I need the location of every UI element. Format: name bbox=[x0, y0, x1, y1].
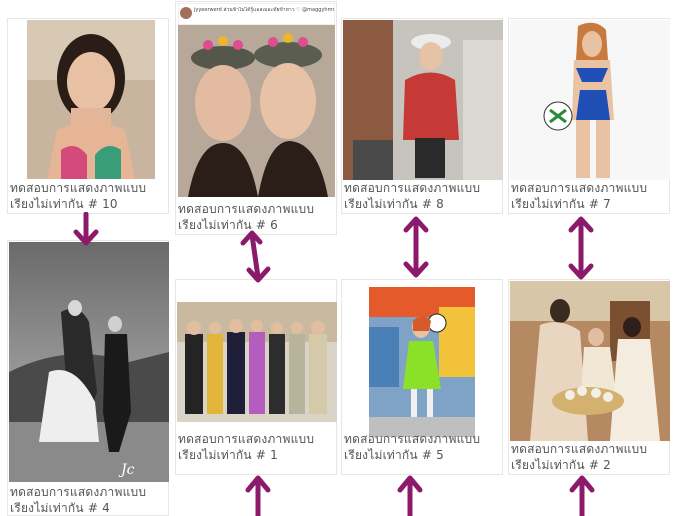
card-caption: ทดสอบการแสดงภาพแบบ เรียงไม่เท่ากัน # 7 bbox=[511, 181, 648, 211]
card-caption: ทดสอบการแสดงภาพแบบ เรียงไม่เท่ากัน # 5 bbox=[344, 432, 481, 462]
arrow-1-up-icon bbox=[244, 474, 272, 516]
photo-header-text: jyyeerwerd ส่วนข้าไม่ได้รู้แอลเมอะทัยข้า… bbox=[194, 7, 334, 13]
photo-thai-wedding[interactable] bbox=[510, 281, 670, 441]
card-caption: ทดสอบการแสดงภาพแบบ เรียงไม่เท่ากัน # 2 bbox=[511, 442, 648, 472]
gallery-card-7[interactable]: ทดสอบการแสดงภาพแบบ เรียงไม่เท่ากัน # 7 bbox=[508, 18, 670, 214]
photo-woman-green-dress[interactable] bbox=[369, 287, 475, 437]
arrow-2-up-icon bbox=[568, 474, 596, 516]
arrow-10-to-4-icon bbox=[72, 212, 100, 246]
card-caption: ทดสอบการแสดงภาพแบบ เรียงไม่เท่ากัน # 10 bbox=[10, 181, 147, 211]
gallery-card-10[interactable]: ทดสอบการแสดงภาพแบบ เรียงไม่เท่ากัน # 10 bbox=[7, 18, 169, 214]
gallery-card-4[interactable]: Jc ทดสอบการแสดงภาพแบบ เรียงไม่เท่ากัน # … bbox=[7, 240, 169, 516]
photo-two-women-caps[interactable] bbox=[178, 3, 335, 197]
card-caption: ทดสอบการแสดงภาพแบบ เรียงไม่เท่ากัน # 1 bbox=[178, 432, 315, 462]
arrow-6-to-1-icon bbox=[238, 229, 272, 283]
arrow-8-to-5-icon bbox=[400, 215, 432, 279]
gallery-card-1[interactable]: ทดสอบการแสดงภาพแบบ เรียงไม่เท่ากัน # 1 bbox=[175, 279, 337, 475]
gallery-card-5[interactable]: ทดสอบการแสดงภาพแบบ เรียงไม่เท่ากัน # 5 bbox=[341, 279, 503, 475]
gallery-card-2[interactable]: ทดสอบการแสดงภาพแบบ เรียงไม่เท่ากัน # 2 bbox=[508, 279, 670, 475]
photo-group-event[interactable] bbox=[177, 302, 337, 422]
arrow-5-up-icon bbox=[396, 474, 424, 516]
svg-text:Jc: Jc bbox=[118, 462, 135, 478]
photo-woman-red-jacket[interactable] bbox=[343, 20, 503, 180]
gallery-card-6[interactable]: jyyeerwerd ส่วนข้าไม่ได้รู้แอลเมอะทัยข้า… bbox=[175, 1, 337, 235]
card-caption: ทดสอบการแสดงภาพแบบ เรียงไม่เท่ากัน # 8 bbox=[344, 181, 481, 211]
photo-bw-couple-horse[interactable]: Jc bbox=[9, 242, 169, 482]
photo-woman-blue-swimsuit[interactable] bbox=[510, 20, 670, 180]
gallery-card-8[interactable]: ทดสอบการแสดงภาพแบบ เรียงไม่เท่ากัน # 8 bbox=[341, 18, 503, 214]
photo-woman-portrait[interactable] bbox=[27, 20, 155, 179]
card-caption: ทดสอบการแสดงภาพแบบ เรียงไม่เท่ากัน # 4 bbox=[10, 485, 147, 515]
arrow-7-to-2-icon bbox=[565, 215, 597, 281]
